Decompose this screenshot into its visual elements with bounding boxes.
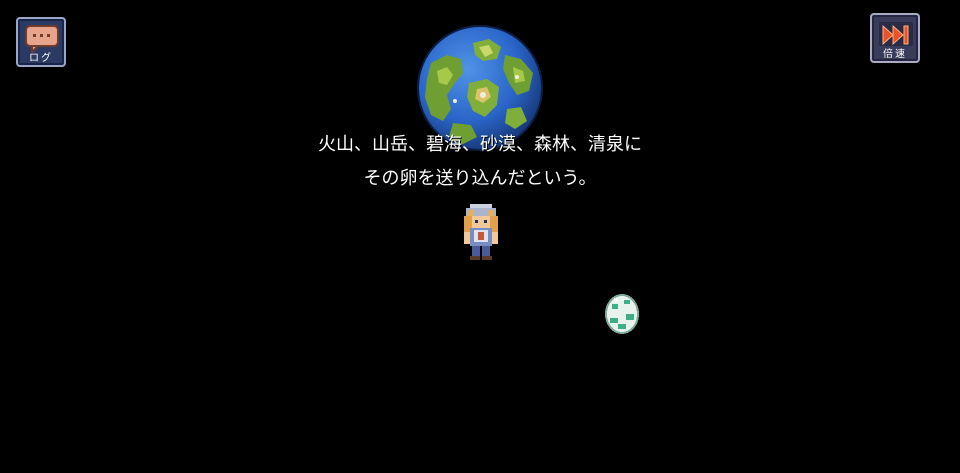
dragon-egg-sprite	[605, 294, 639, 334]
speech-bubble-icon	[25, 25, 59, 53]
log-button[interactable]: ログ	[16, 17, 66, 67]
game-scene: ログ 倍速 火山、山岳、碧海、砂漠、森林、清泉に その卵を送り込んだという。	[0, 0, 960, 473]
hero-character-sprite	[464, 204, 498, 260]
speed-button[interactable]: 倍速	[870, 13, 920, 63]
speed-button-label: 倍速	[883, 49, 907, 60]
narration-text: 火山、山岳、碧海、砂漠、森林、清泉に その卵を送り込んだという。	[230, 128, 730, 196]
narration-line: その卵を送り込んだという。	[363, 168, 597, 189]
fast-forward-icon	[879, 22, 913, 46]
narration-line: 火山、山岳、碧海、砂漠、森林、清泉に	[318, 134, 642, 155]
log-button-label: ログ	[29, 53, 53, 64]
